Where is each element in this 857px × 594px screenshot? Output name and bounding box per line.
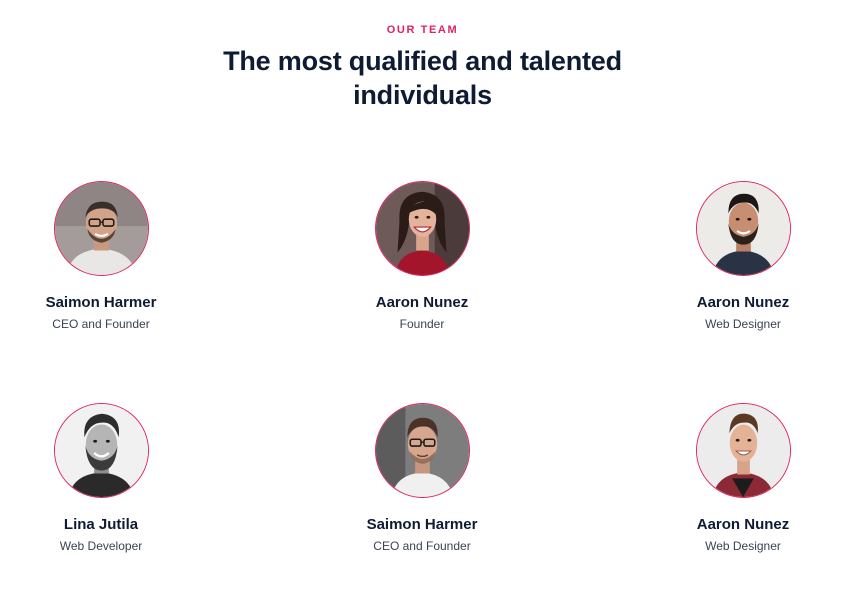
member-role: Web Designer	[705, 317, 781, 331]
member-name[interactable]: Lina Jutila	[11, 515, 191, 534]
team-member-card[interactable]: Saimon Harmer CEO and Founder	[332, 403, 512, 554]
member-photo[interactable]	[695, 181, 791, 276]
member-name[interactable]: Saimon Harmer	[11, 293, 191, 312]
team-member-card[interactable]: Aaron Nunez Web Designer	[653, 403, 833, 554]
portrait-glasses-man-icon	[375, 404, 469, 497]
team-member-card[interactable]: Saimon Harmer CEO and Founder	[11, 181, 191, 332]
portrait-smiling-woman-icon	[375, 182, 469, 275]
member-photo[interactable]	[53, 181, 149, 276]
member-role: CEO and Founder	[373, 539, 471, 553]
member-role: Web Designer	[705, 539, 781, 553]
team-member-card[interactable]: Lina Jutila Web Developer	[11, 403, 191, 554]
member-photo[interactable]	[374, 181, 470, 276]
member-role: CEO and Founder	[52, 317, 150, 331]
portrait-bearded-man-icon	[696, 182, 790, 275]
team-member-card[interactable]: Aaron Nunez Web Designer	[653, 181, 833, 332]
member-role: Web Developer	[59, 539, 143, 553]
portrait-bw-bearded-man-icon	[54, 404, 148, 497]
portrait-young-man-icon	[696, 404, 790, 497]
member-name[interactable]: Aaron Nunez	[653, 293, 833, 312]
member-name[interactable]: Saimon Harmer	[332, 515, 512, 534]
member-photo[interactable]	[695, 403, 791, 498]
member-photo[interactable]	[374, 403, 470, 498]
member-name[interactable]: Aaron Nunez	[332, 293, 512, 312]
section-title: The most qualified and talented individu…	[223, 46, 622, 110]
member-role: Founder	[399, 317, 445, 331]
portrait-glasses-man-icon	[54, 182, 148, 275]
member-name[interactable]: Aaron Nunez	[653, 515, 833, 534]
team-member-card[interactable]: Aaron Nunez Founder	[332, 181, 512, 332]
section-eyebrow: OUR TEAM	[386, 24, 459, 36]
member-photo[interactable]	[53, 403, 149, 498]
